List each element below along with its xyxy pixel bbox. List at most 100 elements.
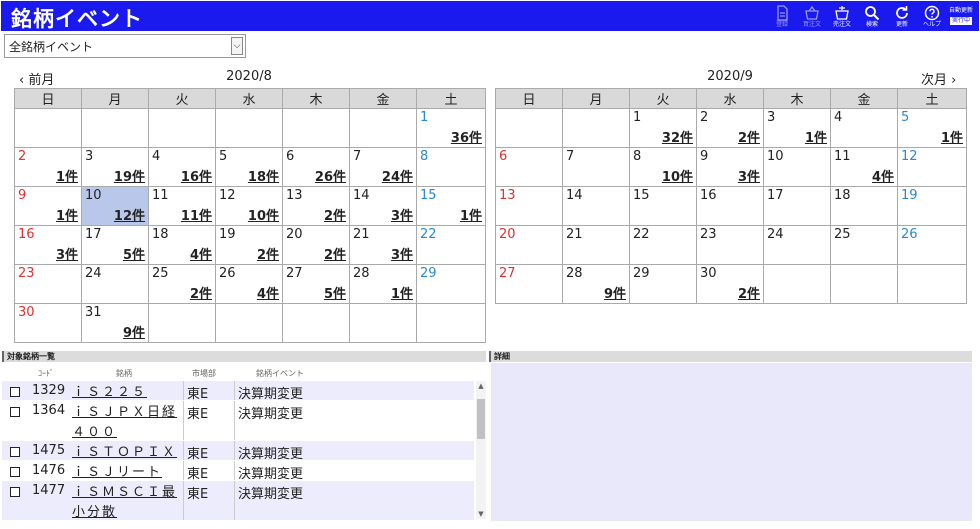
day-cell[interactable]: 16 3件 — [14, 225, 82, 265]
table-row[interactable]: 1475 ｉＳＴＯＰＩＸ 東E 決算期変更 — [2, 441, 474, 463]
day-cell[interactable]: 22 — [629, 225, 697, 265]
day-cell[interactable]: 2 2件 — [696, 108, 764, 148]
register-button[interactable]: 登録 — [767, 3, 797, 30]
event-count-link[interactable]: 36件 — [451, 127, 482, 146]
event-count-link[interactable]: 10件 — [248, 205, 279, 224]
event-count-link[interactable]: 3件 — [56, 244, 78, 263]
day-cell[interactable]: 15 — [629, 186, 697, 226]
table-row[interactable]: 1477 ｉＳＭＳＣＩ最小分散 東E 決算期変更 — [2, 481, 474, 521]
search-button[interactable]: 検索 — [857, 3, 887, 30]
day-cell[interactable]: 22 — [416, 225, 486, 265]
event-count-link[interactable]: 1件 — [805, 127, 827, 146]
event-count-link[interactable]: 2件 — [324, 244, 346, 263]
day-cell[interactable]: 12 10件 — [215, 186, 283, 226]
day-cell[interactable]: 7 24件 — [349, 147, 417, 187]
day-cell[interactable]: 18 4件 — [148, 225, 216, 265]
day-cell[interactable]: 21 3件 — [349, 225, 417, 265]
help-button[interactable]: ヘルプ — [917, 3, 947, 30]
day-cell[interactable]: 1 36件 — [416, 108, 486, 148]
day-cell[interactable]: 14 3件 — [349, 186, 417, 226]
row-checkbox[interactable] — [10, 407, 20, 417]
row-checkbox[interactable] — [10, 447, 20, 457]
event-count-link[interactable]: 1件 — [941, 127, 963, 146]
event-count-link[interactable]: 1件 — [460, 205, 482, 224]
day-cell[interactable]: 5 1件 — [897, 108, 967, 148]
day-cell[interactable]: 12 — [897, 147, 967, 187]
list-scrollbar[interactable]: ▲ ▼ — [476, 381, 486, 519]
event-count-link[interactable]: 2件 — [738, 127, 760, 146]
row-checkbox[interactable] — [10, 487, 20, 497]
day-cell[interactable]: 17 5件 — [81, 225, 149, 265]
day-cell[interactable]: 25 2件 — [148, 264, 216, 304]
refresh-button[interactable]: 更新 — [887, 3, 917, 30]
day-cell[interactable]: 28 1件 — [349, 264, 417, 304]
event-count-link[interactable]: 10件 — [662, 166, 693, 185]
day-cell[interactable]: 27 — [495, 264, 563, 304]
scroll-up-icon[interactable]: ▲ — [476, 381, 486, 391]
stock-name-link[interactable]: ｉＳＪＰＸ日経４００ — [72, 403, 180, 443]
day-cell[interactable]: 26 4件 — [215, 264, 283, 304]
day-cell[interactable]: 14 — [562, 186, 630, 226]
day-cell[interactable]: 132件 — [629, 108, 697, 148]
event-count-link[interactable]: 2件 — [738, 283, 760, 302]
day-cell[interactable]: 2 1件 — [14, 147, 82, 187]
day-cell[interactable]: 21 — [562, 225, 630, 265]
day-cell[interactable]: 29 — [629, 264, 697, 304]
day-cell[interactable]: 8 10件 — [629, 147, 697, 187]
event-count-link[interactable]: 24件 — [382, 166, 413, 185]
day-cell[interactable]: 319件 — [81, 303, 149, 343]
day-cell[interactable]: 8 — [416, 147, 486, 187]
day-cell[interactable]: 23 — [14, 264, 82, 304]
stock-name-link[interactable]: ｉＳ２２５ — [72, 383, 180, 403]
day-cell[interactable]: 7 — [562, 147, 630, 187]
next-month-button[interactable]: 次月 › — [921, 69, 956, 88]
buy-order-button[interactable]: 買注文 — [797, 3, 827, 30]
day-cell[interactable]: 319件 — [81, 147, 149, 187]
event-count-link[interactable]: 9件 — [604, 283, 626, 302]
event-count-link[interactable]: 32件 — [662, 127, 693, 146]
event-count-link[interactable]: 2件 — [257, 244, 279, 263]
table-row[interactable]: 1364 ｉＳＪＰＸ日経４００ 東E 決算期変更 — [2, 401, 474, 441]
event-count-link[interactable]: 18件 — [248, 166, 279, 185]
day-cell[interactable]: 6 26件 — [282, 147, 350, 187]
day-cell[interactable]: 29 — [416, 264, 486, 304]
day-cell[interactable]: 9 3件 — [696, 147, 764, 187]
day-cell[interactable]: 30 2件 — [696, 264, 764, 304]
event-count-link[interactable]: 3件 — [391, 205, 413, 224]
day-cell[interactable]: 25 — [830, 225, 898, 265]
table-row[interactable]: 1476 ｉＳＪリート 東E 決算期変更 — [2, 461, 474, 482]
day-cell[interactable]: 5 18件 — [215, 147, 283, 187]
event-count-link[interactable]: 16件 — [181, 166, 212, 185]
stock-name-link[interactable]: ｉＳＭＳＣＩ最小分散 — [72, 483, 180, 521]
day-cell[interactable]: 3 1件 — [763, 108, 831, 148]
event-count-link[interactable]: 5件 — [324, 283, 346, 302]
event-count-link[interactable]: 1件 — [391, 283, 413, 302]
day-cell[interactable]: 26 — [897, 225, 967, 265]
day-cell[interactable]: 132件 — [282, 186, 350, 226]
day-cell[interactable]: 23 — [696, 225, 764, 265]
row-checkbox[interactable] — [10, 387, 20, 397]
scroll-down-icon[interactable]: ▼ — [476, 509, 486, 519]
day-cell[interactable]: 20 2件 — [282, 225, 350, 265]
day-cell[interactable]: 20 — [495, 225, 563, 265]
day-cell[interactable]: 4 — [830, 108, 898, 148]
day-cell[interactable]: 4 16件 — [148, 147, 216, 187]
event-count-link[interactable]: 1件 — [56, 205, 78, 224]
event-count-link[interactable]: 26件 — [315, 166, 346, 185]
table-row[interactable]: 1329 ｉＳ２２５ 東E 決算期変更 — [2, 381, 474, 403]
day-cell[interactable]: 18 — [830, 186, 898, 226]
day-cell[interactable]: 10 12件 — [81, 186, 149, 226]
event-count-link[interactable]: 9件 — [123, 322, 145, 341]
day-cell[interactable]: 24 — [81, 264, 149, 304]
day-cell[interactable]: 24 — [763, 225, 831, 265]
stock-name-link[interactable]: ｉＳＴＯＰＩＸ — [72, 443, 180, 463]
day-cell[interactable]: 17 — [763, 186, 831, 226]
row-checkbox[interactable] — [10, 467, 20, 477]
event-count-link[interactable]: 19件 — [114, 166, 145, 185]
event-filter-select[interactable]: 全銘柄イベント ⌵ — [4, 34, 246, 58]
day-cell[interactable]: 15 1件 — [416, 186, 486, 226]
event-count-link[interactable]: 4件 — [257, 283, 279, 302]
day-cell[interactable]: 10 — [763, 147, 831, 187]
day-cell[interactable]: 13 — [495, 186, 563, 226]
auto-refresh-toggle[interactable]: 自動更新 実行中 — [947, 3, 975, 30]
